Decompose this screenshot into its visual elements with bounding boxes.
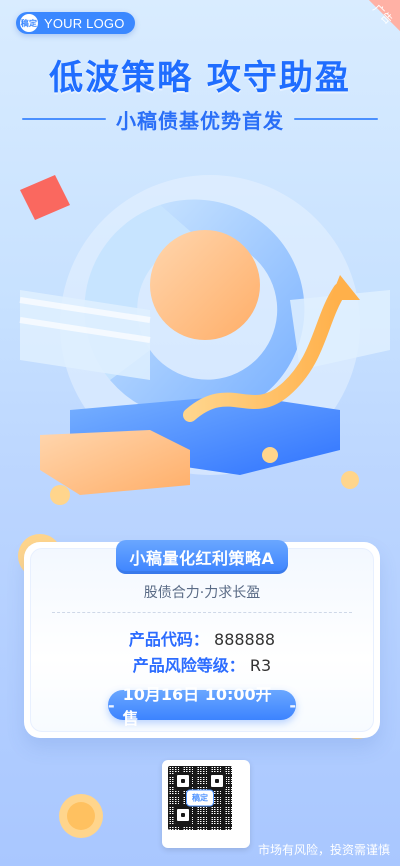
coin-small-1	[50, 485, 70, 505]
product-tagline: 股债合力·力求长盈	[143, 585, 261, 601]
coin-small-3	[341, 471, 359, 489]
red-envelope-left	[20, 175, 70, 220]
qr-code[interactable]: 稿定	[162, 760, 250, 848]
center-coin	[150, 230, 260, 340]
sale-date-label: 10月16日 10:00开售	[122, 685, 272, 728]
sale-date-button[interactable]: - 10月16日 10:00开售 -	[108, 685, 296, 728]
subtitle-row: 小稿债基优势首发	[0, 104, 400, 134]
product-risk-value: R3	[249, 656, 272, 675]
coin-bottom	[59, 794, 103, 838]
qr-pattern: 稿定	[168, 766, 232, 830]
logo-text: YOUR LOGO	[44, 15, 125, 31]
ad-corner-tag: 广告	[356, 0, 400, 44]
qr-logo-badge: 稿定	[186, 789, 214, 807]
product-code-value: 888888	[214, 630, 276, 649]
product-code-label: 产品代码：	[128, 630, 209, 649]
product-risk-label: 产品风险等级：	[132, 656, 245, 675]
hero-illustration	[19, 175, 390, 505]
page-subtitle: 小稿债基优势首发	[116, 108, 284, 133]
product-name: 小稿量化红利策略A	[116, 540, 288, 574]
dash-right-icon: -	[289, 695, 296, 715]
product-risk-row: 产品风险等级： R3	[24, 652, 380, 676]
product-code-row: 产品代码： 888888	[24, 626, 380, 650]
decorative-line-right	[294, 118, 378, 120]
decorative-line-left	[22, 118, 106, 120]
coin-small-2	[262, 447, 278, 463]
logo-badge: 稿定	[20, 14, 38, 32]
orange-block	[40, 430, 190, 495]
risk-disclaimer: 市场有风险，投资需谨慎	[257, 843, 390, 857]
card-divider	[52, 612, 352, 613]
qr-finder-top-right	[208, 772, 226, 790]
product-card: 小稿量化红利策略A 股债合力·力求长盈 产品代码： 888888 产品风险等级：…	[24, 540, 380, 738]
page-title: 低波策略 攻守助盈	[49, 58, 351, 98]
qr-finder-bottom-left	[174, 806, 192, 824]
dash-left-icon: -	[108, 695, 115, 715]
logo: 稿定 YOUR LOGO	[16, 12, 135, 34]
qr-finder-top-left	[174, 772, 192, 790]
